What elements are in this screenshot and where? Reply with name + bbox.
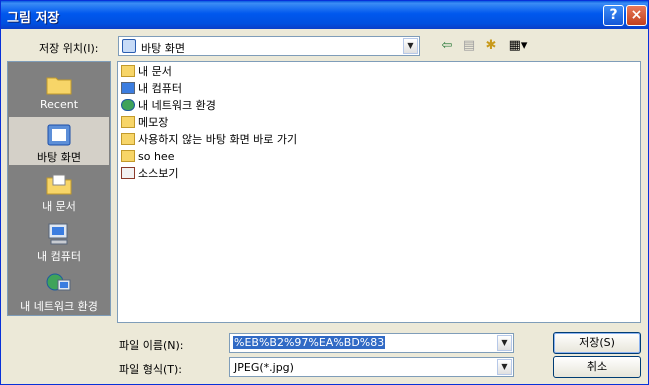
list-item[interactable]: 내 컴퓨터: [121, 81, 182, 97]
save-location-value: 바탕 화면: [141, 42, 185, 55]
file-name-input[interactable]: %EB%B2%97%EA%BD%83 ▼: [229, 333, 514, 353]
shortcut-icon: [121, 167, 135, 179]
list-item[interactable]: 사용하지 않는 바탕 화면 바로 가기: [121, 132, 297, 148]
place-label: 내 네트워크 환경: [20, 300, 98, 313]
recent-folder-icon: [46, 77, 72, 95]
chevron-down-icon[interactable]: ▼: [497, 359, 512, 375]
chevron-down-icon[interactable]: ▼: [403, 38, 418, 54]
place-label: 내 컴퓨터: [37, 250, 81, 263]
list-item[interactable]: 소스보기: [121, 166, 178, 182]
file-name: 소스보기: [138, 167, 179, 180]
title-bar: 그림 저장 ? ×: [1, 1, 648, 29]
place-recent[interactable]: Recent: [8, 66, 110, 116]
folder-icon: [121, 133, 135, 145]
back-arrow-icon[interactable]: ⇦: [437, 37, 457, 55]
file-name: 내 컴퓨터: [138, 82, 182, 95]
file-name: 사용하지 않는 바탕 화면 바로 가기: [138, 133, 298, 146]
places-bar: Recent 바탕 화면 내 문서 내 컴퓨터 내 네트워크 환경: [7, 61, 111, 316]
file-name: 내 네트워크 환경: [138, 99, 216, 112]
file-name-value: %EB%B2%97%EA%BD%83: [233, 336, 386, 349]
my-computer-icon: [121, 82, 135, 94]
my-documents-icon: [46, 174, 72, 195]
dialog-title: 그림 저장: [7, 11, 60, 26]
network-icon: [46, 273, 71, 291]
view-menu-icon[interactable]: ▦▾: [505, 37, 531, 55]
place-label: 내 문서: [42, 200, 76, 213]
place-network[interactable]: 내 네트워크 환경: [8, 266, 110, 316]
desktop-icon: [47, 124, 71, 146]
my-computer-icon: [48, 223, 68, 245]
file-name: so hee: [138, 150, 175, 163]
place-label: 바탕 화면: [37, 151, 81, 164]
file-name: 메모장: [138, 116, 169, 129]
file-list[interactable]: 내 문서 내 컴퓨터 내 네트워크 환경 메모장 사용하지 않는 바탕 화면 바…: [117, 61, 641, 323]
cancel-button[interactable]: 취소: [553, 356, 641, 378]
my-documents-icon: [121, 65, 135, 77]
place-my-documents[interactable]: 내 문서: [8, 166, 110, 216]
save-picture-dialog: 그림 저장 ? × 저장 위치(I): 바탕 화면 ▼ ⇦ ▤ ✱ ▦▾ Rec…: [0, 0, 649, 385]
list-item[interactable]: 내 네트워크 환경: [121, 98, 216, 114]
network-icon: [121, 99, 135, 111]
list-item[interactable]: 내 문서: [121, 64, 172, 80]
list-item[interactable]: so hee: [121, 149, 174, 165]
file-type-label: 파일 형식(T):: [119, 363, 182, 376]
save-button[interactable]: 저장(S): [553, 332, 641, 354]
desktop-icon: [122, 39, 136, 53]
chevron-down-icon[interactable]: ▼: [497, 335, 512, 351]
list-item[interactable]: 메모장: [121, 115, 168, 131]
file-type-value: JPEG(*.jpg): [234, 361, 294, 374]
file-name-label: 파일 이름(N):: [119, 339, 184, 352]
up-folder-icon[interactable]: ▤: [459, 37, 479, 55]
folder-icon: [121, 150, 135, 162]
folder-icon: [121, 116, 135, 128]
place-desktop[interactable]: 바탕 화면: [8, 116, 110, 166]
help-button[interactable]: ?: [603, 5, 624, 26]
close-button[interactable]: ×: [626, 5, 647, 26]
place-my-computer[interactable]: 내 컴퓨터: [8, 216, 110, 266]
place-label: Recent: [39, 98, 79, 111]
save-location-label: 저장 위치(I):: [39, 42, 99, 55]
file-name: 내 문서: [138, 65, 172, 78]
save-location-dropdown[interactable]: 바탕 화면 ▼: [118, 36, 420, 56]
file-type-dropdown[interactable]: JPEG(*.jpg) ▼: [229, 357, 514, 377]
new-folder-icon[interactable]: ✱: [481, 37, 501, 55]
